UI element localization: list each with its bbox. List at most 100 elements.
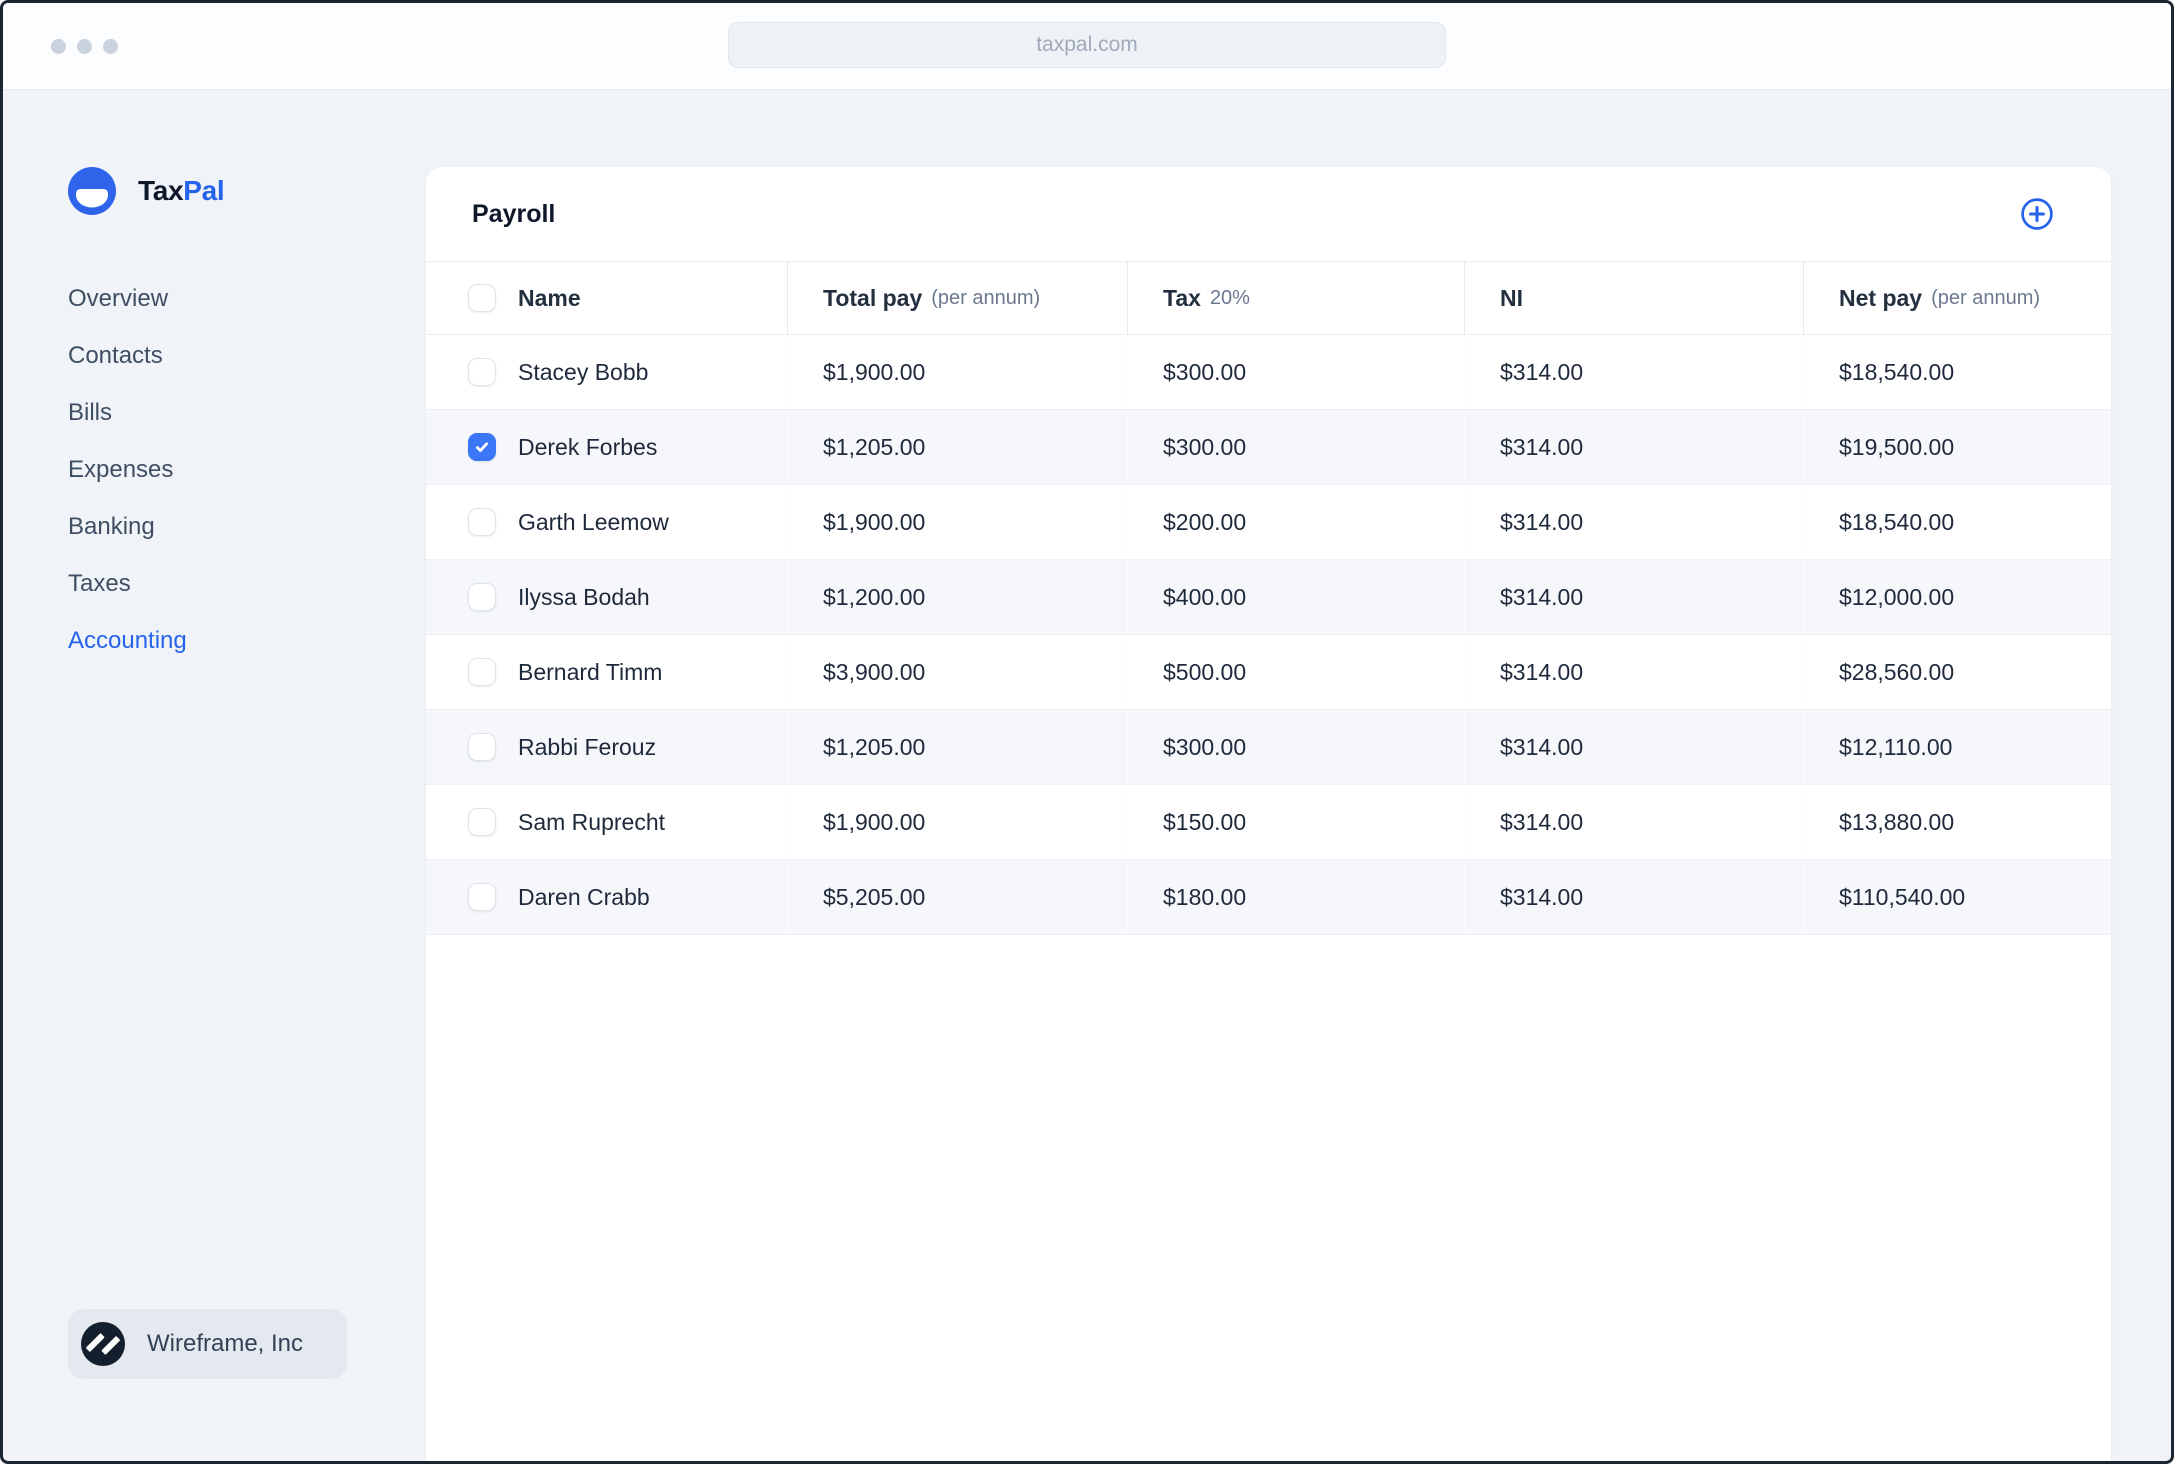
add-payroll-button[interactable] xyxy=(2019,196,2055,232)
employee-name: Derek Forbes xyxy=(518,433,658,460)
net-pay-value: $12,000.00 xyxy=(1839,583,1955,610)
ni-value: $314.00 xyxy=(1465,335,1804,409)
brand[interactable]: TaxPal xyxy=(68,167,426,215)
main-content: Payroll Name Total pay (per annum) Tax 2… xyxy=(426,90,2171,1461)
column-header-ni: NI xyxy=(1465,262,1804,334)
total-pay-value: $3,900.00 xyxy=(788,635,1128,709)
table-body: Stacey Bobb $1,900.00 $300.00 $314.00 $1… xyxy=(426,335,2111,935)
window-controls xyxy=(51,3,118,89)
payroll-table: Name Total pay (per annum) Tax 20% NI Ne… xyxy=(426,262,2111,935)
ni-value: $314.00 xyxy=(1465,410,1804,484)
tax-value: $300.00 xyxy=(1128,410,1465,484)
row-checkbox[interactable] xyxy=(468,733,496,761)
window-dot[interactable] xyxy=(103,38,118,54)
total-pay-value: $1,900.00 xyxy=(788,485,1128,559)
total-pay-value: $5,205.00 xyxy=(788,860,1128,934)
employee-name: Daren Crabb xyxy=(518,883,650,910)
plus-circle-icon xyxy=(2021,198,2053,230)
sidebar-nav: Overview Contacts Bills Expenses Banking… xyxy=(68,287,426,686)
tax-value: $500.00 xyxy=(1128,635,1465,709)
employee-name: Bernard Timm xyxy=(518,658,663,685)
browser-chrome: taxpal.com xyxy=(3,3,2171,90)
table-row: Stacey Bobb $1,900.00 $300.00 $314.00 $1… xyxy=(426,335,2111,410)
net-pay-value: $13,880.00 xyxy=(1839,808,1955,835)
app-window: taxpal.com TaxPal Overview Contacts Bill… xyxy=(0,0,2174,1464)
tax-value: $150.00 xyxy=(1128,785,1465,859)
table-row: Rabbi Ferouz $1,205.00 $300.00 $314.00 $… xyxy=(426,710,2111,785)
net-pay-value: $19,500.00 xyxy=(1839,433,1955,460)
table-row: Daren Crabb $5,205.00 $180.00 $314.00 $1… xyxy=(426,860,2111,935)
brand-primary: Tax xyxy=(138,175,184,206)
employee-name: Garth Leemow xyxy=(518,508,669,535)
tax-value: $400.00 xyxy=(1128,560,1465,634)
team-name: Wireframe, Inc xyxy=(147,1330,304,1357)
column-header-total-pay: Total pay (per annum) xyxy=(788,262,1128,334)
name-cell: Sam Ruprecht xyxy=(426,785,788,859)
total-pay-value: $1,205.00 xyxy=(788,710,1128,784)
net-pay-value: $18,540.00 xyxy=(1839,508,1955,535)
column-header-name: Name xyxy=(426,262,788,334)
table-header-row: Name Total pay (per annum) Tax 20% NI Ne… xyxy=(426,262,2111,335)
tax-value: $180.00 xyxy=(1128,860,1465,934)
column-header-net-pay: Net pay (per annum) xyxy=(1839,284,2041,311)
sidebar-item[interactable]: Banking xyxy=(68,515,426,539)
ni-value: $314.00 xyxy=(1465,860,1804,934)
employee-name: Sam Ruprecht xyxy=(518,808,666,835)
payroll-card: Payroll Name Total pay (per annum) Tax 2… xyxy=(426,167,2111,1461)
select-all-checkbox[interactable] xyxy=(468,284,496,312)
team-badge[interactable]: Wireframe, Inc xyxy=(68,1309,348,1379)
url-text: taxpal.com xyxy=(1036,33,1138,56)
total-pay-value: $1,900.00 xyxy=(788,335,1128,409)
window-dot[interactable] xyxy=(77,38,92,54)
name-cell: Bernard Timm xyxy=(426,635,788,709)
tax-value: $300.00 xyxy=(1128,335,1465,409)
name-cell: Daren Crabb xyxy=(426,860,788,934)
page-title: Payroll xyxy=(472,199,556,228)
sidebar-item[interactable]: Taxes xyxy=(68,572,426,596)
row-checkbox[interactable] xyxy=(468,358,496,386)
total-pay-value: $1,205.00 xyxy=(788,410,1128,484)
sidebar-item[interactable]: Expenses xyxy=(68,458,426,482)
window-dot[interactable] xyxy=(51,38,66,54)
brand-accent: Pal xyxy=(183,175,225,206)
employee-name: Ilyssa Bodah xyxy=(518,583,650,610)
row-checkbox[interactable] xyxy=(468,583,496,611)
row-checkbox[interactable] xyxy=(468,883,496,911)
total-pay-value: $1,900.00 xyxy=(788,785,1128,859)
tax-value: $300.00 xyxy=(1128,710,1465,784)
sidebar-item[interactable]: Contacts xyxy=(68,344,426,368)
ni-value: $314.00 xyxy=(1465,485,1804,559)
net-pay-value: $18,540.00 xyxy=(1839,358,1955,385)
column-header-tax: Tax 20% xyxy=(1128,262,1465,334)
net-pay-value: $28,560.00 xyxy=(1839,658,1955,685)
name-cell: Derek Forbes xyxy=(426,410,788,484)
ni-value: $314.00 xyxy=(1465,560,1804,634)
wireframe-logo-icon xyxy=(81,1322,125,1366)
name-cell: Ilyssa Bodah xyxy=(426,560,788,634)
row-checkbox[interactable] xyxy=(468,433,496,461)
name-cell: Stacey Bobb xyxy=(426,335,788,409)
net-pay-value: $110,540.00 xyxy=(1839,883,1966,910)
card-header: Payroll xyxy=(426,167,2111,262)
name-cell: Garth Leemow xyxy=(426,485,788,559)
sidebar: TaxPal Overview Contacts Bills Expenses … xyxy=(3,90,426,1461)
total-pay-value: $1,200.00 xyxy=(788,560,1128,634)
table-row: Garth Leemow $1,900.00 $200.00 $314.00 $… xyxy=(426,485,2111,560)
row-checkbox[interactable] xyxy=(468,508,496,536)
table-row: Derek Forbes $1,205.00 $300.00 $314.00 $… xyxy=(426,410,2111,485)
row-checkbox[interactable] xyxy=(468,808,496,836)
taxpal-logo-icon xyxy=(68,167,116,215)
sidebar-item[interactable]: Accounting xyxy=(68,629,426,653)
sidebar-item[interactable]: Overview xyxy=(68,287,426,311)
employee-name: Stacey Bobb xyxy=(518,358,649,385)
table-row: Bernard Timm $3,900.00 $500.00 $314.00 $… xyxy=(426,635,2111,710)
sidebar-item[interactable]: Bills xyxy=(68,401,426,425)
name-cell: Rabbi Ferouz xyxy=(426,710,788,784)
row-checkbox[interactable] xyxy=(468,658,496,686)
ni-value: $314.00 xyxy=(1465,710,1804,784)
table-row: Ilyssa Bodah $1,200.00 $400.00 $314.00 $… xyxy=(426,560,2111,635)
url-bar[interactable]: taxpal.com xyxy=(728,22,1446,68)
check-icon xyxy=(476,442,488,452)
table-row: Sam Ruprecht $1,900.00 $150.00 $314.00 $… xyxy=(426,785,2111,860)
ni-value: $314.00 xyxy=(1465,635,1804,709)
